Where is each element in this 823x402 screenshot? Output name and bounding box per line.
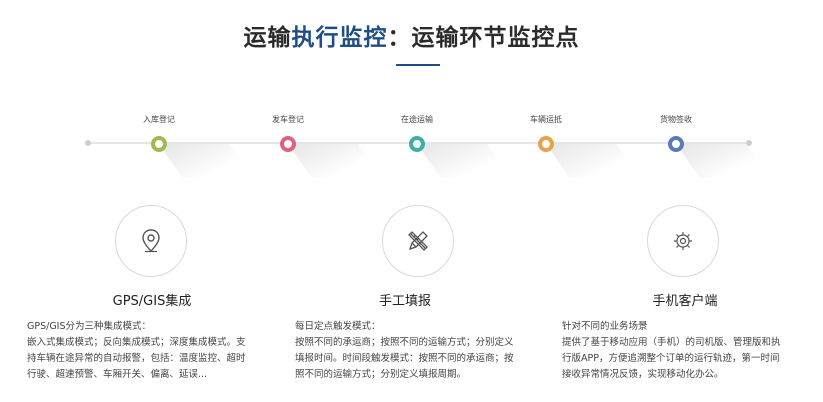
feature-description: GPS/GIS分为三种集成模式： 嵌入式集成模式；反向集成模式；深度集成模式。支… bbox=[27, 321, 246, 380]
timeline-start-dot bbox=[85, 140, 91, 146]
title-underline bbox=[396, 64, 440, 66]
timeline-step-in-transit[interactable]: 在途运输 bbox=[372, 114, 511, 178]
location-pin-icon bbox=[142, 229, 160, 253]
gps-icon-circle bbox=[115, 205, 187, 277]
pencil-ruler-icon bbox=[408, 231, 428, 251]
step-label: 货物签收 bbox=[660, 115, 692, 124]
timeline-step-receipt[interactable]: 货物签收 bbox=[631, 114, 770, 178]
title-highlight: 执行监控 bbox=[291, 25, 388, 51]
manual-icon-circle bbox=[382, 205, 454, 277]
page-title: 运输执行监控：运输环节监控点 bbox=[0, 18, 823, 52]
feature-description: 针对不同的业务场景 提供了基于移动应用（手机）的司机版、管理版和执 行版APP，… bbox=[562, 321, 781, 380]
timeline-step-arrival[interactable]: 车辆运抵 bbox=[501, 114, 640, 178]
step-dot bbox=[151, 136, 167, 152]
step-label: 发车登记 bbox=[272, 115, 304, 124]
step-dot bbox=[409, 136, 425, 152]
title-part-2: ：运输环节监控点 bbox=[387, 25, 580, 51]
feature-title: 手机客户端 bbox=[652, 294, 718, 309]
feature-description: 每日定点触发模式： 按照不同的承运商；按照不同的运输方式；分别定义 填报时间。时… bbox=[295, 321, 514, 380]
title-part-1: 运输 bbox=[243, 25, 292, 51]
step-label: 在途运输 bbox=[401, 115, 433, 124]
mobile-gear-icon bbox=[674, 232, 692, 250]
step-label: 车辆运抵 bbox=[530, 115, 562, 124]
step-dot bbox=[538, 136, 554, 152]
timeline-step-dispatch[interactable]: 发车登记 bbox=[243, 114, 382, 178]
step-dot bbox=[280, 136, 296, 152]
feature-title: GPS/GIS集成 bbox=[112, 294, 192, 309]
step-label: 入库登记 bbox=[143, 115, 175, 124]
timeline-step-inbound[interactable]: 入库登记 bbox=[114, 114, 253, 178]
feature-title: 手工填报 bbox=[378, 294, 431, 309]
mobile-icon-circle bbox=[647, 205, 719, 277]
step-dot bbox=[668, 136, 684, 152]
